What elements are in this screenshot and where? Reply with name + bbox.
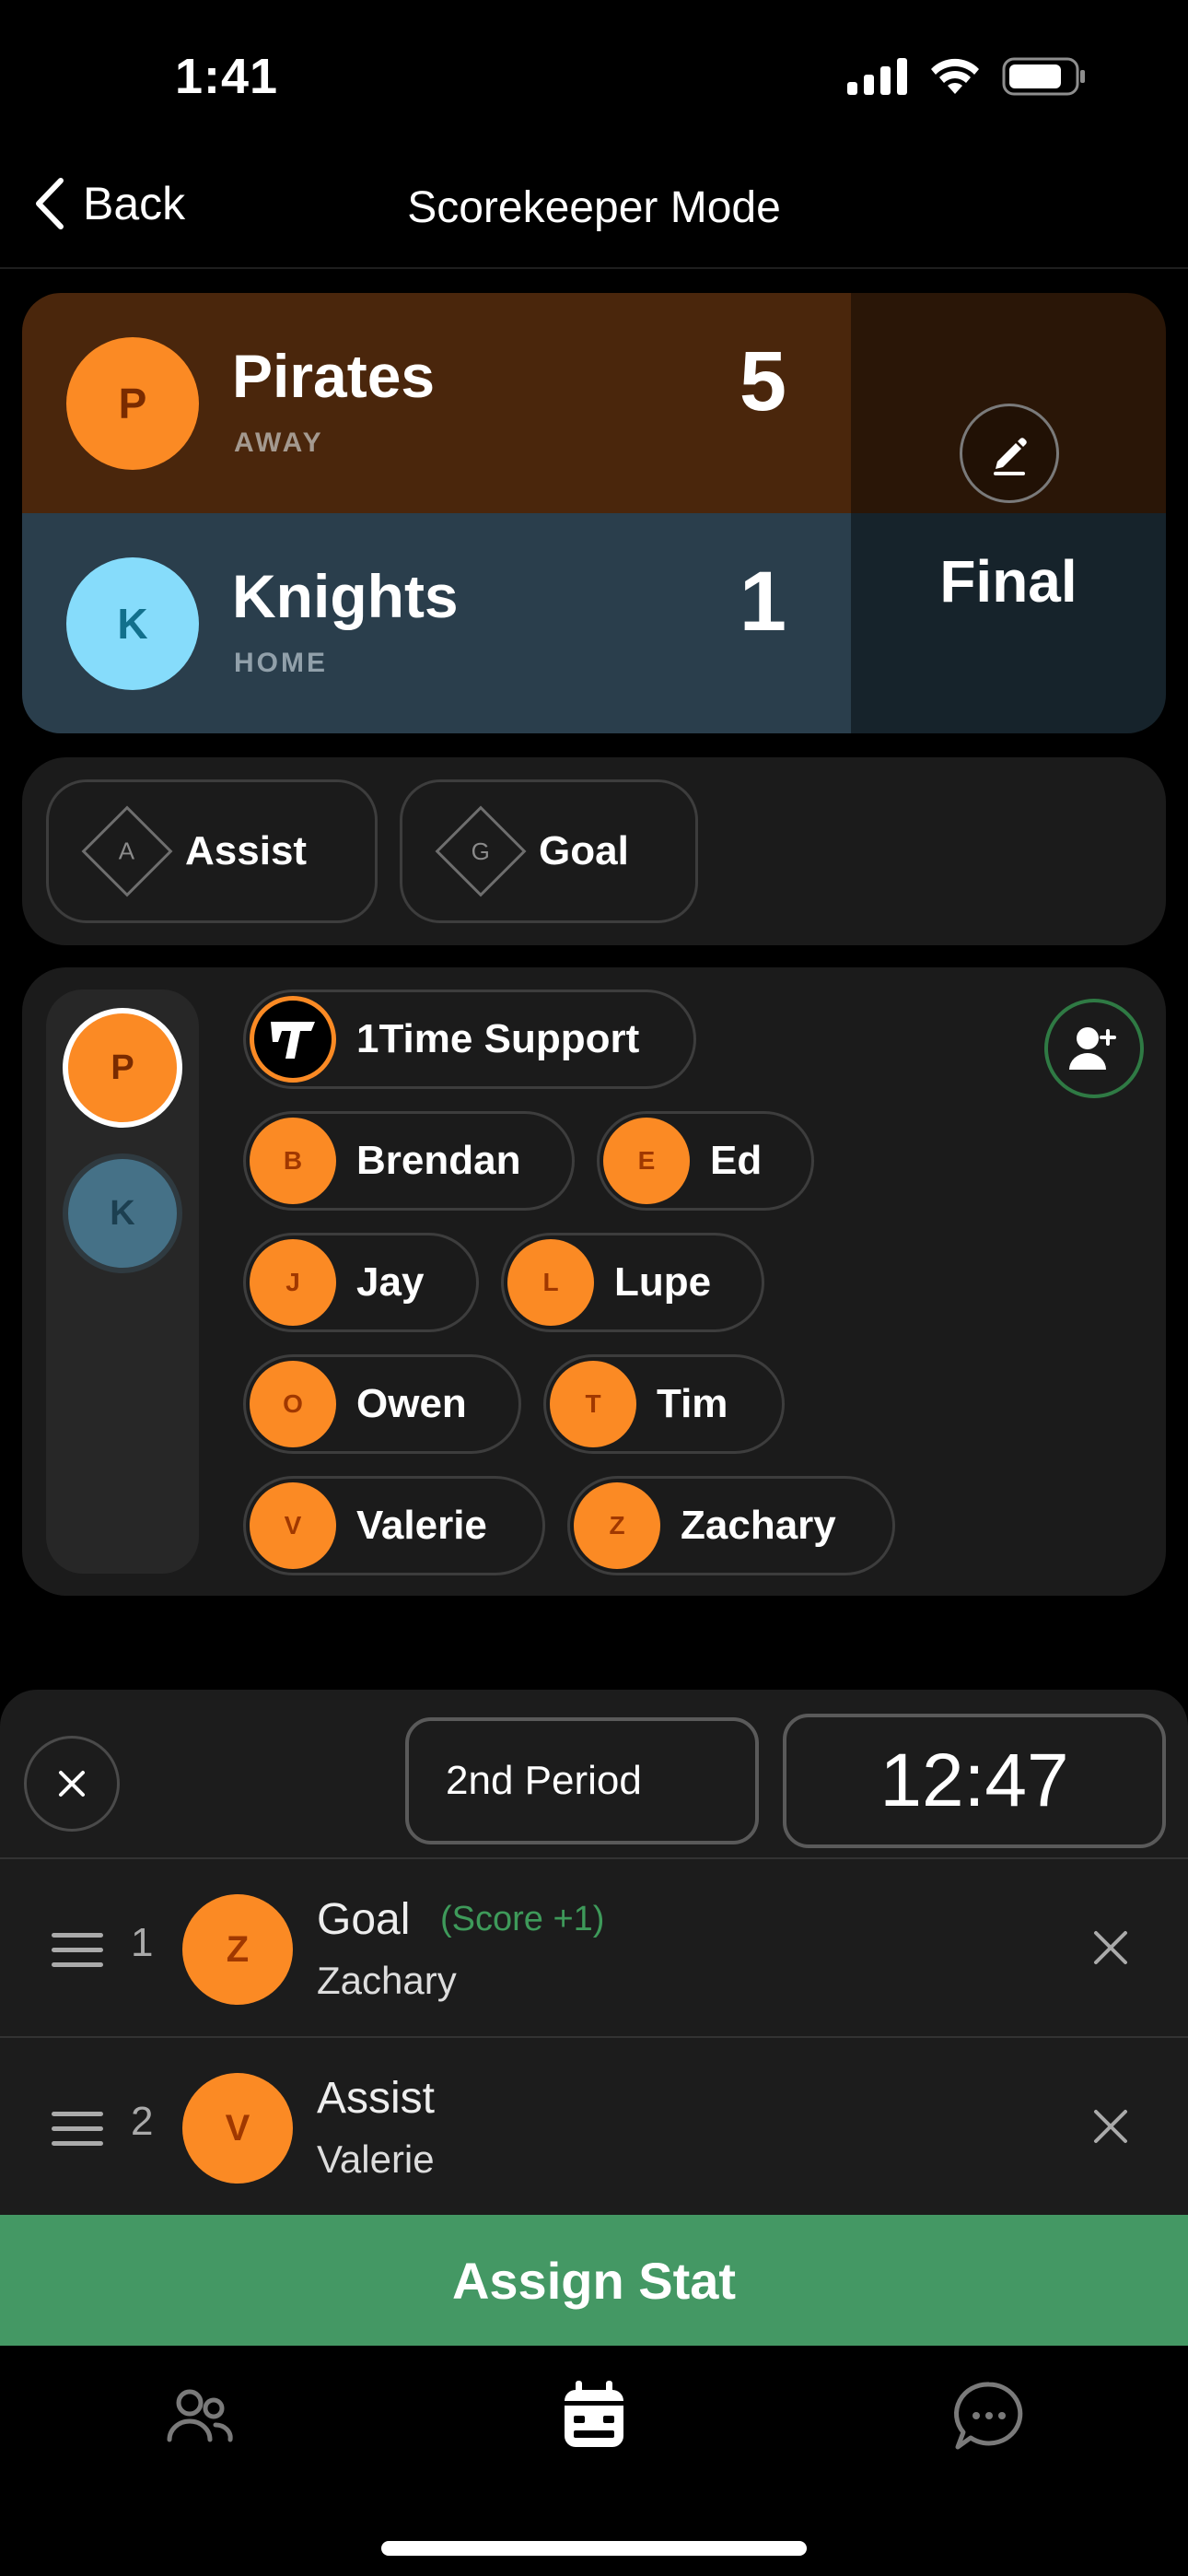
home-team-name: Knights (232, 562, 459, 630)
player-chip[interactable]: V Valerie (243, 1476, 545, 1575)
away-team-avatar: P (66, 337, 199, 470)
stat-type: Goal (317, 1895, 411, 1944)
home-team-side: HOME (234, 648, 328, 678)
goal-diamond-icon: G (435, 805, 527, 897)
period-selector[interactable]: 2nd Period (405, 1717, 759, 1844)
player-chip[interactable]: O Owen (243, 1354, 521, 1454)
home-team-avatar: K (66, 557, 199, 690)
player-avatar: V (250, 1482, 336, 1569)
tab-bar (0, 2346, 1188, 2576)
player-chip[interactable]: L Lupe (501, 1233, 764, 1332)
assign-stat-button[interactable]: Assign Stat (0, 2215, 1188, 2346)
stat-log-row[interactable]: 1 Z Goal (Score +1) Zachary (0, 1859, 1188, 2038)
page-title: Scorekeeper Mode (407, 183, 781, 232)
game-status-panel-bottom (851, 513, 1166, 733)
player-chip[interactable]: J Jay (243, 1233, 479, 1332)
team-switch-pirates[interactable]: P (63, 1008, 182, 1128)
player-avatar: E (603, 1118, 690, 1204)
player-avatar: L (507, 1239, 594, 1326)
player-chip[interactable]: B Brendan (243, 1111, 575, 1211)
remove-stat-icon[interactable] (1087, 2102, 1135, 2150)
edit-score-button[interactable] (960, 404, 1059, 503)
team-switcher: P K (46, 989, 199, 1574)
player-chip[interactable]: T Tim (543, 1354, 785, 1454)
drag-handle-icon[interactable] (52, 2112, 103, 2156)
stat-type-label: Goal (539, 828, 629, 873)
game-clock[interactable]: 12:47 (783, 1714, 1166, 1848)
away-team-score: 5 (739, 334, 786, 428)
roster-panel: P K 1Time Support B Brendan E Ed J Jay L… (22, 967, 1166, 1596)
remove-stat-icon[interactable] (1087, 1924, 1135, 1972)
player-avatar: T (550, 1361, 636, 1447)
game-status-label: Final (939, 548, 1077, 615)
stat-type-assist[interactable]: A Assist (46, 779, 378, 923)
player-chip[interactable]: Z Zachary (567, 1476, 895, 1575)
battery-icon (1002, 57, 1085, 96)
chat-icon[interactable] (952, 2379, 1026, 2453)
cellular-signal-icon (847, 58, 907, 95)
stat-type-label: Assist (185, 828, 308, 873)
player-avatar: V (182, 2073, 293, 2184)
stat-player-name: Valerie (317, 2137, 435, 2181)
status-time: 1:41 (175, 49, 279, 104)
close-icon (59, 1771, 85, 1797)
away-team-side: AWAY (234, 427, 324, 458)
stat-note: (Score +1) (440, 1900, 605, 1938)
away-team-row: P Pirates AWAY 5 (22, 293, 851, 513)
add-player-button[interactable] (1044, 999, 1144, 1098)
player-name: Jay (356, 1259, 425, 1305)
player-name: Brendan (356, 1138, 521, 1183)
close-scorekeeper-button[interactable] (24, 1736, 120, 1832)
navigation-bar: Back Scorekeeper Mode (0, 157, 1188, 269)
scoreboard: P Pirates AWAY 5 K Knights HOME 1 Final (22, 293, 1166, 733)
drag-handle-icon[interactable] (52, 1933, 103, 1977)
home-indicator (381, 2541, 807, 2556)
home-team-row: K Knights HOME 1 (22, 513, 851, 733)
home-team-score: 1 (739, 555, 786, 649)
stat-type: Assist (317, 2074, 436, 2123)
people-icon[interactable] (162, 2379, 236, 2453)
add-person-icon (1069, 1027, 1116, 1070)
stat-index: 2 (131, 2099, 154, 2144)
stat-log-row[interactable]: 2 V Assist Valerie (0, 2038, 1188, 2217)
away-team-name: Pirates (232, 342, 436, 410)
player-name: Tim (657, 1381, 728, 1426)
team-switch-knights[interactable]: K (63, 1153, 182, 1273)
player-avatar: Z (182, 1894, 293, 2005)
assist-diamond-icon: A (81, 805, 173, 897)
support-logo-icon (250, 996, 336, 1083)
player-chip[interactable]: E Ed (597, 1111, 814, 1211)
status-bar: 1:41 (0, 0, 1188, 157)
pencil-icon (994, 438, 1027, 475)
player-avatar: B (250, 1118, 336, 1204)
stat-type-selector: A Assist G Goal (22, 757, 1166, 945)
player-avatar: O (250, 1361, 336, 1447)
player-name: Owen (356, 1381, 467, 1426)
player-avatar: J (250, 1239, 336, 1326)
wifi-icon (931, 58, 979, 94)
status-icons (847, 57, 1087, 96)
player-avatar: Z (574, 1482, 660, 1569)
calendar-icon[interactable] (557, 2379, 631, 2453)
game-clock-bar: 2nd Period 12:47 (0, 1690, 1188, 1859)
player-name: Zachary (681, 1503, 836, 1548)
player-name: Lupe (614, 1259, 712, 1305)
player-name: Ed (710, 1138, 763, 1183)
player-name: 1Time Support (356, 1016, 640, 1061)
player-name: Valerie (356, 1503, 487, 1548)
stat-type-goal[interactable]: G Goal (400, 779, 698, 923)
player-chip[interactable]: 1Time Support (243, 989, 696, 1089)
stat-player-name: Zachary (317, 1959, 457, 2002)
stat-index: 1 (131, 1920, 154, 1965)
